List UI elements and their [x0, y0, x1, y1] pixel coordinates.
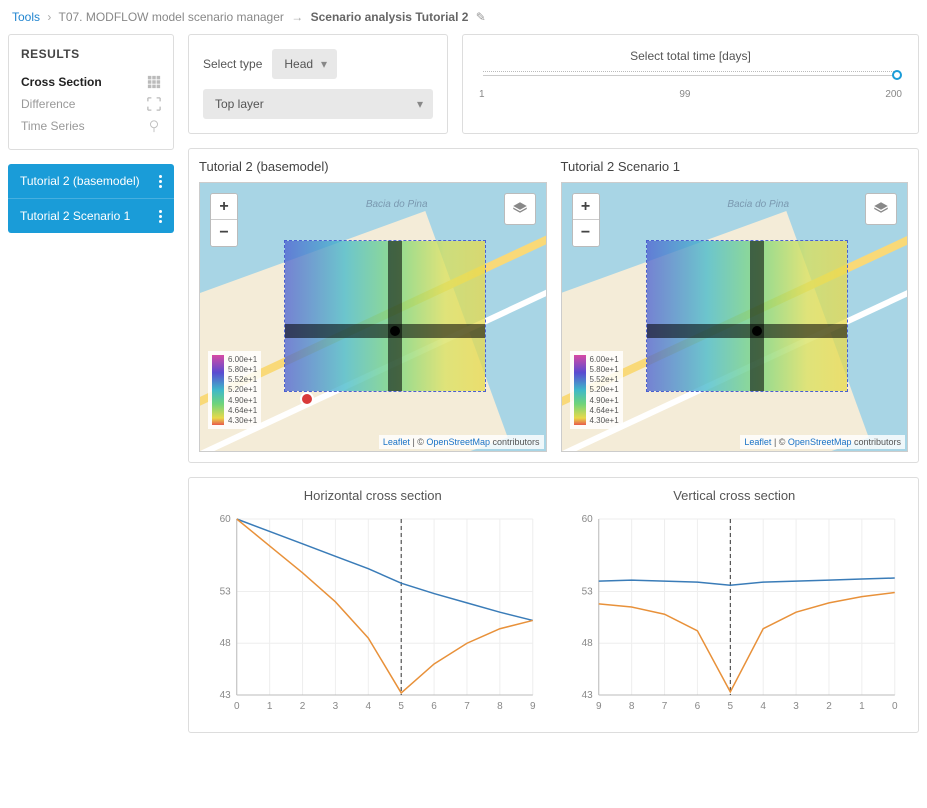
results-item-label: Cross Section	[21, 75, 102, 89]
menu-dots-icon[interactable]	[159, 210, 162, 223]
svg-text:9: 9	[530, 701, 536, 712]
color-legend: 6.00e+15.80e+15.52e+15.20e+14.90e+14.64e…	[208, 351, 261, 429]
results-title: RESULTS	[21, 47, 161, 61]
model-overlay[interactable]	[647, 241, 847, 391]
svg-text:8: 8	[628, 701, 634, 712]
zoom-out-button[interactable]: −	[573, 220, 599, 246]
breadcrumb-tool: T07. MODFLOW model scenario manager	[58, 10, 283, 24]
results-item-time-series[interactable]: Time Series	[21, 115, 161, 137]
select-type-dropdown[interactable]: Head	[272, 49, 337, 79]
layers-icon	[511, 200, 529, 218]
layers-button[interactable]	[504, 193, 536, 225]
results-item-label: Difference	[21, 97, 75, 111]
layers-icon	[872, 200, 890, 218]
chart-title: Vertical cross section	[561, 488, 909, 503]
svg-text:2: 2	[300, 701, 306, 712]
svg-text:53: 53	[220, 586, 232, 597]
scenario-list: Tutorial 2 (basemodel) Tutorial 2 Scenar…	[8, 164, 174, 233]
zoom-out-button[interactable]: −	[211, 220, 237, 246]
time-slider-title: Select total time [days]	[477, 49, 904, 63]
svg-text:53: 53	[581, 586, 593, 597]
zoom-control: + −	[210, 193, 238, 247]
breadcrumb: Tools › T07. MODFLOW model scenario mana…	[8, 4, 919, 34]
svg-text:43: 43	[581, 690, 593, 701]
map-canvas[interactable]: Bacia do Pina + −	[199, 182, 547, 452]
map-marker	[300, 392, 314, 406]
svg-text:48: 48	[220, 638, 232, 649]
svg-text:60: 60	[581, 514, 593, 525]
zoom-in-button[interactable]: +	[573, 194, 599, 220]
slider-mid: 99	[679, 89, 690, 100]
slider-min: 1	[479, 89, 485, 100]
location-icon	[147, 119, 161, 133]
leaflet-link[interactable]: Leaflet	[744, 437, 771, 447]
svg-text:5: 5	[398, 701, 404, 712]
svg-text:2: 2	[826, 701, 832, 712]
time-slider[interactable]	[483, 67, 898, 87]
chart-title: Horizontal cross section	[199, 488, 547, 503]
svg-text:43: 43	[220, 690, 232, 701]
leaflet-link[interactable]: Leaflet	[383, 437, 410, 447]
select-controls-panel: Select type Head Top layer	[188, 34, 448, 134]
color-legend: 6.00e+15.80e+15.52e+15.20e+14.90e+14.64e…	[570, 351, 623, 429]
results-panel: RESULTS Cross Section Difference Time Se…	[8, 34, 174, 150]
expand-icon	[147, 97, 161, 111]
results-item-label: Time Series	[21, 119, 85, 133]
breadcrumb-tools[interactable]: Tools	[12, 10, 40, 24]
svg-text:9: 9	[595, 701, 601, 712]
select-type-label: Select type	[203, 57, 262, 71]
svg-text:4: 4	[760, 701, 766, 712]
map-canvas[interactable]: Bacia do Pina + −	[561, 182, 909, 452]
time-slider-panel: Select total time [days] 1 99 200	[462, 34, 919, 134]
svg-text:6: 6	[694, 701, 700, 712]
map-panel-1: Tutorial 2 Scenario 1 Bacia do Pina + −	[561, 159, 909, 452]
chart-panel-1: Vertical cross section 9876543210 434853…	[561, 488, 909, 722]
menu-dots-icon[interactable]	[159, 175, 162, 188]
slider-max: 200	[885, 89, 902, 100]
osm-link[interactable]: OpenStreetMap	[788, 437, 852, 447]
svg-text:60: 60	[220, 514, 232, 525]
grid-icon	[147, 75, 161, 89]
svg-text:7: 7	[464, 701, 470, 712]
map-title: Tutorial 2 Scenario 1	[561, 159, 909, 174]
chart-svg: 0 1 2 3 4 5 6 7 8 9 43 48 53 60	[199, 509, 547, 719]
select-layer-dropdown[interactable]: Top layer	[203, 89, 433, 119]
svg-text:3: 3	[333, 701, 339, 712]
svg-text:6: 6	[431, 701, 437, 712]
zoom-control: + −	[572, 193, 600, 247]
layers-button[interactable]	[865, 193, 897, 225]
map-title: Tutorial 2 (basemodel)	[199, 159, 547, 174]
svg-text:7: 7	[661, 701, 667, 712]
svg-text:1: 1	[859, 701, 865, 712]
model-overlay[interactable]	[285, 241, 485, 391]
svg-text:48: 48	[581, 638, 593, 649]
map-attribution: Leaflet | © OpenStreetMap contributors	[379, 435, 544, 449]
scenario-item-scenario1[interactable]: Tutorial 2 Scenario 1	[8, 199, 174, 233]
scenario-label: Tutorial 2 Scenario 1	[20, 209, 130, 223]
svg-text:5: 5	[727, 701, 733, 712]
edit-icon[interactable]: ✎	[476, 10, 486, 24]
svg-text:4: 4	[366, 701, 372, 712]
results-item-difference[interactable]: Difference	[21, 93, 161, 115]
svg-text:3: 3	[793, 701, 799, 712]
osm-link[interactable]: OpenStreetMap	[426, 437, 490, 447]
chart-svg: 9876543210 43485360	[561, 509, 909, 719]
slider-handle[interactable]	[892, 70, 902, 80]
breadcrumb-current: Scenario analysis Tutorial 2	[311, 10, 469, 24]
scenario-label: Tutorial 2 (basemodel)	[20, 174, 140, 188]
map-panel-0: Tutorial 2 (basemodel) Bacia do Pina + −	[199, 159, 547, 452]
results-item-cross-section[interactable]: Cross Section	[21, 71, 161, 93]
chart-panel-0: Horizontal cross section 0 1 2 3 4 5 6 7 8 9 43 48…	[199, 488, 547, 722]
svg-text:1: 1	[267, 701, 273, 712]
zoom-in-button[interactable]: +	[211, 194, 237, 220]
svg-text:0: 0	[891, 701, 897, 712]
svg-text:0: 0	[234, 701, 240, 712]
svg-text:8: 8	[497, 701, 503, 712]
scenario-item-basemodel[interactable]: Tutorial 2 (basemodel)	[8, 164, 174, 199]
map-attribution: Leaflet | © OpenStreetMap contributors	[740, 435, 905, 449]
